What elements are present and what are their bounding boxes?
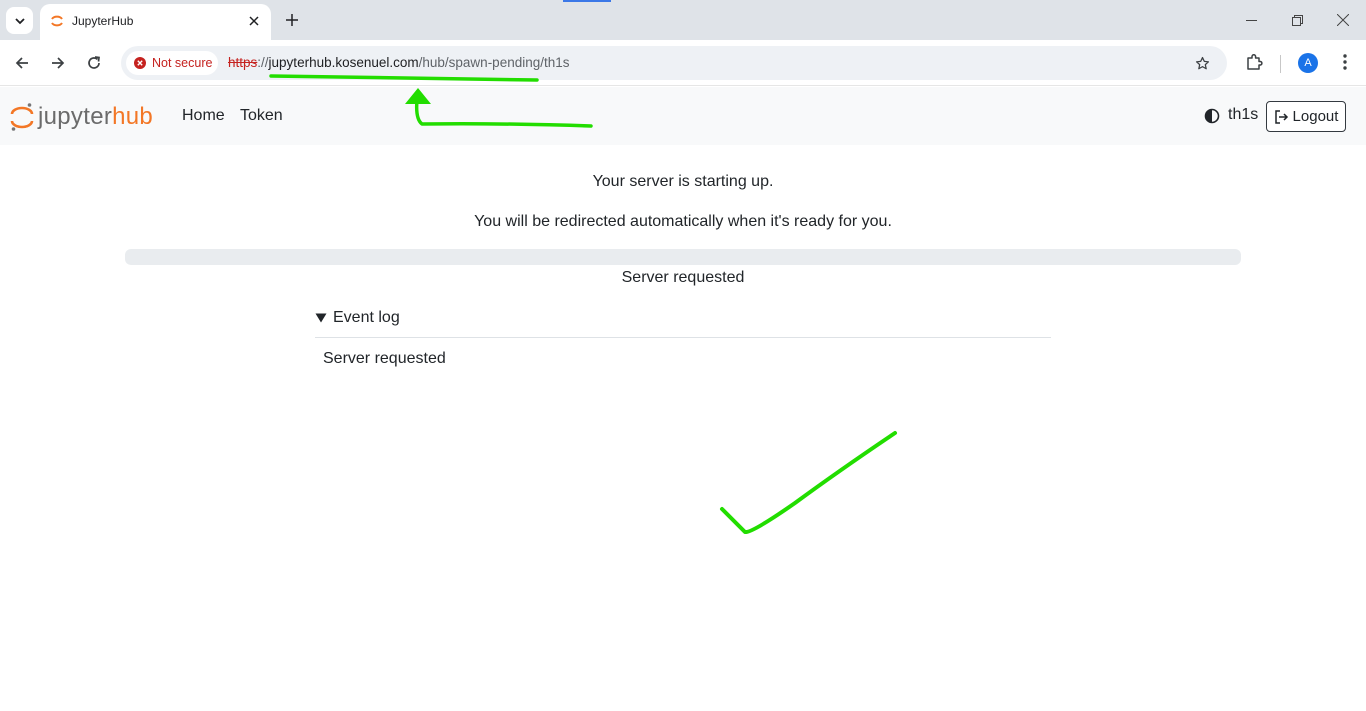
new-tab-button[interactable] xyxy=(281,9,303,31)
starting-message: Your server is starting up. xyxy=(592,173,774,190)
event-log: Event log Server requested xyxy=(315,307,1051,367)
minimize-icon xyxy=(1245,19,1257,21)
tab-title: JupyterHub xyxy=(72,14,134,28)
tab-loading-indicator xyxy=(563,0,611,2)
progress-bar xyxy=(125,249,1241,265)
back-arrow-icon xyxy=(15,57,28,69)
theme-toggle-icon[interactable] xyxy=(1204,108,1220,124)
star-icon xyxy=(1195,56,1209,69)
tab-search-button[interactable] xyxy=(6,7,33,34)
triangle-down-icon xyxy=(315,313,327,323)
jupyter-favicon xyxy=(51,15,63,27)
forward-arrow-icon xyxy=(52,57,65,69)
toolbar-separator xyxy=(1280,55,1281,73)
event-log-divider xyxy=(315,337,1051,338)
progress-message: Server requested xyxy=(621,269,745,286)
url-scheme: https xyxy=(228,55,258,70)
reload-icon xyxy=(88,56,100,69)
url-text[interactable]: https://jupyterhub.kosenuel.com/hub/spaw… xyxy=(228,55,570,70)
jupyterhub-navbar: jupyterhub Home Token th1s Logout xyxy=(0,87,1366,145)
minimize-button[interactable] xyxy=(1239,8,1263,32)
event-log-label: Event log xyxy=(333,309,400,326)
extensions-icon xyxy=(1247,53,1263,70)
profile-avatar[interactable]: A xyxy=(1298,53,1318,73)
restore-icon xyxy=(1291,14,1303,26)
event-log-item: Server requested xyxy=(323,350,446,367)
logo-text-jupyter: jupyter xyxy=(38,103,113,130)
browser-tab-strip: JupyterHub xyxy=(0,0,1366,40)
url-host: jupyterhub.kosenuel.com xyxy=(268,55,419,70)
logout-button[interactable]: Logout xyxy=(1266,101,1346,132)
extensions-button[interactable] xyxy=(1244,51,1266,73)
security-indicator[interactable]: Not secure xyxy=(126,51,218,75)
warning-icon xyxy=(134,57,146,69)
close-window-button[interactable] xyxy=(1331,8,1355,32)
browser-menu-button[interactable] xyxy=(1334,51,1356,73)
close-icon xyxy=(1337,14,1349,26)
browser-tab-jupyterhub[interactable]: JupyterHub xyxy=(40,4,271,40)
event-log-toggle[interactable]: Event log xyxy=(315,307,1051,329)
nav-link-home[interactable]: Home xyxy=(182,107,225,125)
address-bar[interactable]: Not secure https://jupyterhub.kosenuel.c… xyxy=(121,46,1227,80)
security-label: Not secure xyxy=(152,56,213,70)
logout-icon xyxy=(1274,109,1288,124)
kebab-menu-icon xyxy=(1343,54,1347,70)
bookmark-button[interactable] xyxy=(1191,52,1213,74)
reload-button[interactable] xyxy=(82,51,106,75)
jupyter-logo-icon xyxy=(10,103,34,131)
logout-label: Logout xyxy=(1292,108,1339,125)
jupyterhub-logo[interactable]: jupyterhub xyxy=(10,100,153,134)
plus-icon xyxy=(286,14,298,26)
nav-link-token[interactable]: Token xyxy=(240,107,283,125)
tab-close-button[interactable] xyxy=(245,12,263,30)
url-path: /hub/spawn-pending/th1s xyxy=(418,55,570,70)
browser-toolbar: Not secure https://jupyterhub.kosenuel.c… xyxy=(0,40,1366,86)
restore-button[interactable] xyxy=(1285,8,1309,32)
url-separator: :// xyxy=(257,55,269,70)
chevron-down-icon xyxy=(14,17,25,24)
redirect-message: You will be redirected automatically whe… xyxy=(474,213,892,230)
close-icon xyxy=(249,16,259,26)
forward-button[interactable] xyxy=(46,51,70,75)
logo-wordmark: jupyterhub xyxy=(38,103,153,131)
annotation-checkmark xyxy=(720,431,897,534)
back-button[interactable] xyxy=(10,51,34,75)
logo-text-hub: hub xyxy=(112,103,154,130)
user-name: th1s xyxy=(1228,106,1259,123)
